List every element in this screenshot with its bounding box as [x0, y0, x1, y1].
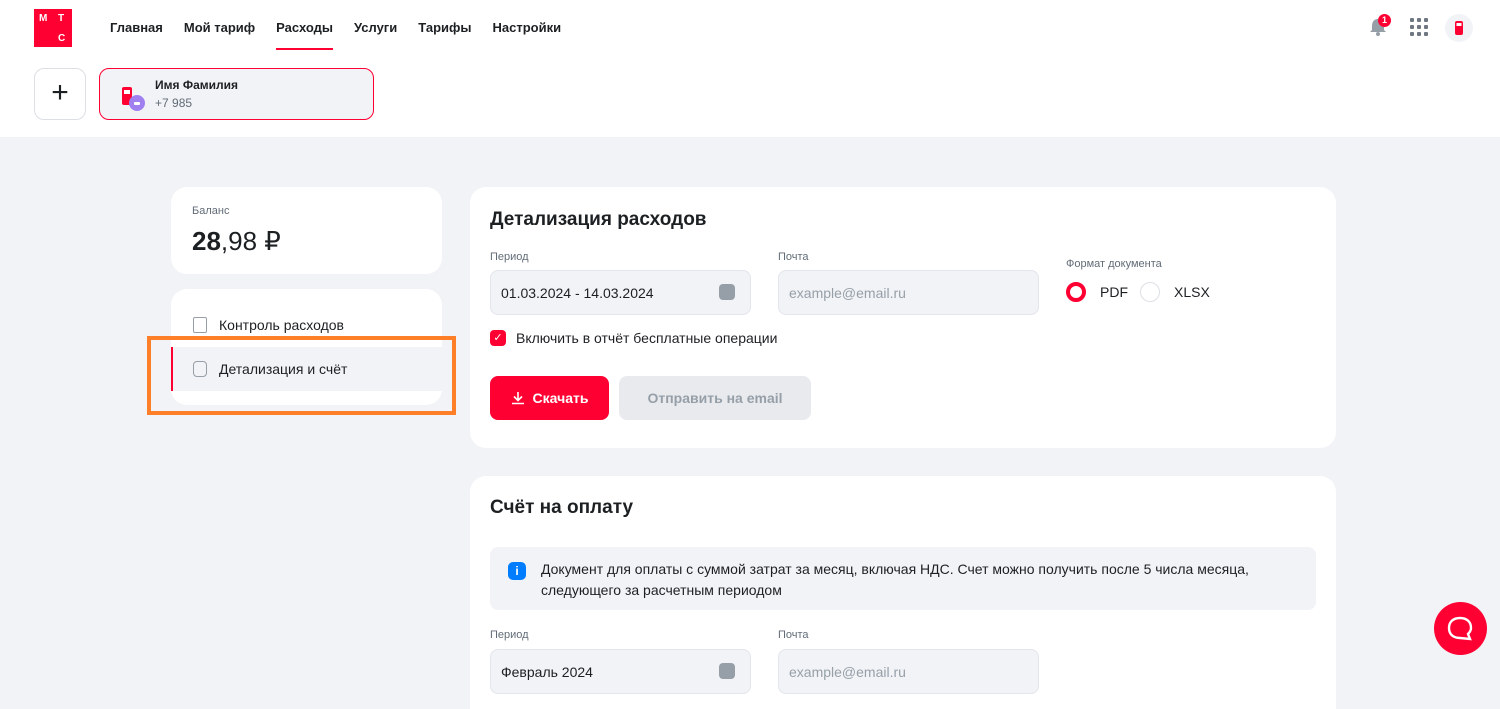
mts-logo[interactable]: М Т С: [34, 9, 72, 47]
nav-expenses[interactable]: Расходы: [276, 20, 333, 50]
invoice-period-label: Период: [490, 629, 529, 641]
invoice-email-field[interactable]: example@email.ru: [778, 649, 1039, 694]
balance-fraction: ,98 ₽: [220, 226, 281, 256]
email-field[interactable]: example@email.ru: [778, 270, 1039, 315]
logo-letter: С: [58, 33, 66, 44]
balance-label: Баланс: [192, 205, 230, 217]
include-free-checkbox[interactable]: ✓: [490, 330, 506, 346]
detail-card: Детализация расходов Период 01.03.2024 -…: [470, 187, 1336, 448]
download-icon: [511, 392, 524, 405]
period-label: Период: [490, 251, 529, 263]
balance-card: Баланс 28,98 ₽: [171, 187, 442, 274]
format-label: Формат документа: [1066, 258, 1162, 270]
nav-my-tariff[interactable]: Мой тариф: [184, 20, 255, 50]
logo-letter: Т: [58, 13, 65, 24]
phone-icon: [1455, 21, 1463, 35]
invoice-card: Счёт на оплату i Документ для оплаты с с…: [470, 476, 1336, 709]
avatar[interactable]: [1445, 14, 1473, 42]
detail-title: Детализация расходов: [490, 209, 707, 230]
radio-xlsx-label: XLSX: [1174, 284, 1210, 300]
chat-button[interactable]: [1434, 602, 1487, 655]
nav-settings[interactable]: Настройки: [492, 20, 561, 50]
apps-grid-icon[interactable]: [1410, 18, 1428, 36]
download-label: Скачать: [532, 390, 589, 406]
profile-phone: +7 985: [155, 96, 193, 110]
nav-tariffs[interactable]: Тарифы: [418, 20, 471, 50]
notification-badge: 1: [1378, 14, 1391, 27]
invoice-title: Счёт на оплату: [490, 497, 634, 518]
include-free-label: Включить в отчёт бесплатные операции: [516, 330, 778, 346]
radio-pdf[interactable]: [1066, 282, 1086, 302]
info-icon: i: [508, 562, 526, 580]
info-box: i Документ для оплаты с суммой затрат за…: [490, 547, 1316, 610]
calendar-icon[interactable]: [719, 663, 735, 679]
logo-letter: М: [39, 13, 48, 24]
profile-name: Имя Фамилия: [155, 78, 239, 92]
phone-icon: [122, 87, 145, 111]
email-label: Почта: [778, 251, 809, 263]
balance-integer: 28: [192, 226, 221, 256]
period-field[interactable]: 01.03.2024 - 14.03.2024: [490, 270, 751, 315]
nav-services[interactable]: Услуги: [354, 20, 397, 50]
radio-xlsx[interactable]: [1140, 282, 1160, 302]
download-button[interactable]: Скачать: [490, 376, 609, 420]
document-icon: [193, 317, 207, 333]
nav-home[interactable]: Главная: [110, 20, 163, 50]
info-text: Документ для оплаты с суммой затрат за м…: [541, 561, 1249, 598]
send-email-button[interactable]: Отправить на email: [619, 376, 811, 420]
radio-pdf-label: PDF: [1100, 284, 1128, 300]
add-number-button[interactable]: +: [34, 68, 86, 120]
calendar-icon[interactable]: [719, 284, 735, 300]
sidebar-item-label: Контроль расходов: [219, 317, 344, 333]
invoice-period-field[interactable]: Февраль 2024: [490, 649, 751, 694]
balance-value: 28,98 ₽: [192, 226, 281, 257]
profile-card[interactable]: Имя Фамилия +7 985: [99, 68, 374, 120]
invoice-email-label: Почта: [778, 629, 809, 641]
highlight-frame: [147, 336, 456, 415]
chat-icon: [1447, 616, 1473, 641]
main-nav: Главная Мой тариф Расходы Услуги Тарифы …: [110, 20, 582, 50]
